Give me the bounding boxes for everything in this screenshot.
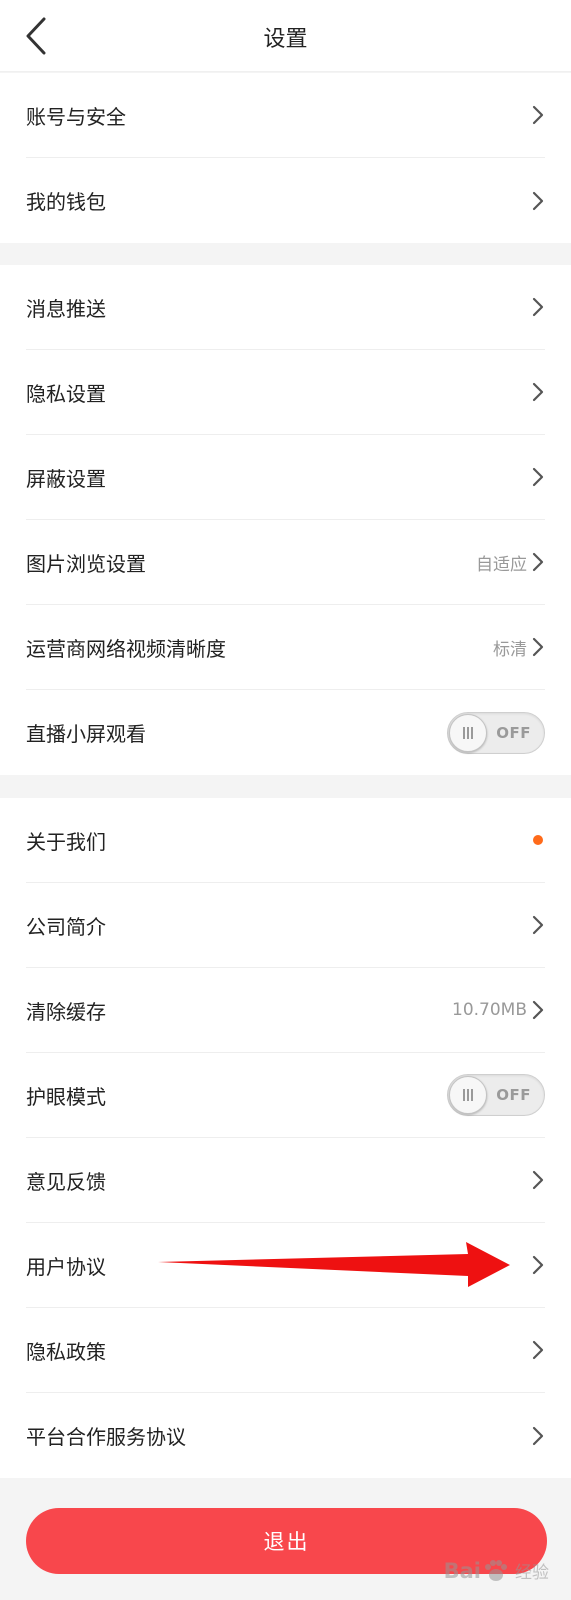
- toggle-state: OFF: [496, 1086, 531, 1104]
- row-label: 护眼模式: [26, 1084, 106, 1109]
- row-label: 账号与安全: [26, 104, 126, 129]
- row-label: 我的钱包: [26, 190, 106, 214]
- row-live-mini-screen: 直播小屏观看 OFF: [26, 690, 545, 775]
- row-label: 隐私设置: [26, 381, 106, 406]
- page-title: 设置: [263, 27, 308, 52]
- row-feedback[interactable]: 意见反馈: [26, 1138, 545, 1223]
- row-label: 图片浏览设置: [26, 551, 146, 576]
- chevron-right-icon: [532, 191, 544, 210]
- row-label: 平台合作服务协议: [26, 1425, 186, 1449]
- toggle-knob: [449, 713, 487, 752]
- row-label: 用户协议: [26, 1254, 106, 1279]
- row-clear-cache[interactable]: 清除缓存 10.70MB: [26, 968, 545, 1053]
- chevron-right-icon: [532, 105, 544, 125]
- live-mini-screen-toggle[interactable]: OFF: [447, 711, 545, 754]
- chevron-right-icon: [532, 297, 544, 317]
- settings-group-account: 账号与安全 我的钱包: [0, 73, 571, 243]
- toggle-state: OFF: [496, 723, 531, 742]
- eye-protection-toggle[interactable]: OFF: [447, 1074, 545, 1116]
- row-platform-cooperation[interactable]: 平台合作服务协议: [26, 1393, 545, 1478]
- chevron-right-icon: [532, 382, 544, 402]
- grip-icon: [463, 726, 473, 739]
- row-video-quality[interactable]: 运营商网络视频清晰度 标清: [26, 605, 545, 690]
- row-privacy-settings[interactable]: 隐私设置: [26, 350, 545, 435]
- row-wallet[interactable]: 我的钱包: [26, 158, 545, 243]
- row-label: 运营商网络视频清晰度: [26, 636, 226, 661]
- chevron-right-icon: [532, 1170, 544, 1190]
- chevron-right-icon: [532, 467, 544, 487]
- row-eye-protection: 护眼模式 OFF: [26, 1053, 545, 1138]
- row-label: 屏蔽设置: [26, 466, 106, 491]
- row-label: 清除缓存: [26, 999, 106, 1024]
- back-button[interactable]: [14, 14, 58, 58]
- chevron-right-icon: [532, 1340, 544, 1360]
- row-label: 关于我们: [26, 829, 106, 854]
- row-label: 直播小屏观看: [26, 722, 146, 746]
- row-account-security[interactable]: 账号与安全: [26, 73, 545, 158]
- row-label: 公司简介: [26, 914, 106, 939]
- chevron-right-icon: [532, 1000, 544, 1020]
- settings-group-about: 关于我们 公司简介 清除缓存 10.70MB 护眼模式 OFF 意见反馈 用户协…: [0, 798, 571, 1478]
- grip-icon: [463, 1089, 473, 1101]
- row-label: 隐私政策: [26, 1339, 106, 1364]
- row-company-profile[interactable]: 公司简介: [26, 883, 545, 968]
- notification-dot-icon: [533, 835, 543, 845]
- chevron-right-icon: [532, 637, 544, 657]
- row-value: 自适应: [476, 554, 527, 575]
- logout-button[interactable]: 退出: [26, 1508, 547, 1574]
- row-label: 意见反馈: [26, 1169, 106, 1194]
- row-block-settings[interactable]: 屏蔽设置: [26, 435, 545, 520]
- chevron-right-icon: [532, 915, 544, 935]
- header-bar: 设置: [0, 0, 571, 72]
- chevron-right-icon: [532, 1426, 544, 1445]
- row-about-us[interactable]: 关于我们: [26, 798, 545, 883]
- row-privacy-policy[interactable]: 隐私政策: [26, 1308, 545, 1393]
- logout-label: 退出: [263, 1530, 310, 1554]
- row-label: 消息推送: [26, 296, 106, 321]
- settings-group-general: 消息推送 隐私设置 屏蔽设置 图片浏览设置 自适应 运营商网络视频清晰度 标清 …: [0, 265, 571, 775]
- cache-size: 10.70MB: [452, 1000, 527, 1020]
- chevron-right-icon: [532, 552, 544, 572]
- toggle-knob: [449, 1076, 487, 1114]
- row-user-agreement[interactable]: 用户协议: [26, 1223, 545, 1308]
- row-push-notifications[interactable]: 消息推送: [26, 265, 545, 350]
- chevron-left-icon: [26, 17, 46, 55]
- row-image-browsing[interactable]: 图片浏览设置 自适应: [26, 520, 545, 605]
- chevron-right-icon: [532, 1255, 544, 1275]
- row-value: 标清: [493, 639, 527, 660]
